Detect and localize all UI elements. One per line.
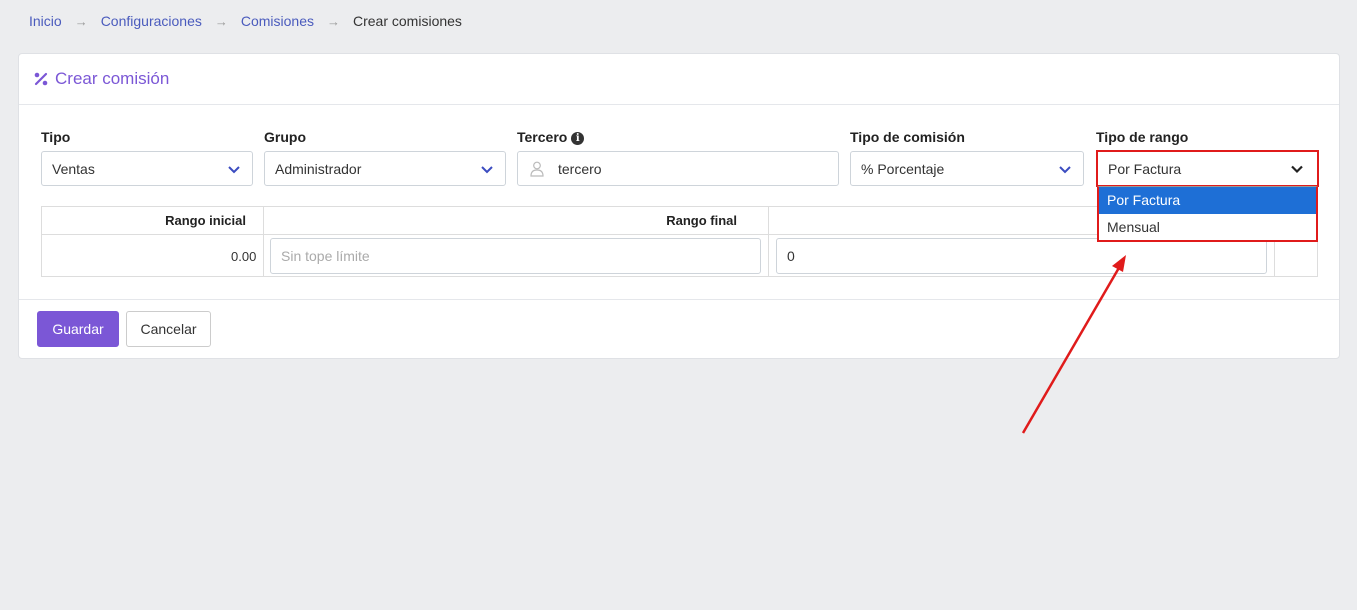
grupo-select[interactable]: Administrador [264, 151, 506, 186]
rango-final-input[interactable]: Sin tope límite [270, 238, 761, 274]
percent-icon [34, 72, 48, 86]
tercero-label: Tercero i [517, 129, 585, 145]
save-button[interactable]: Guardar [37, 311, 119, 347]
tipo-comision-select[interactable]: % Porcentaje [850, 151, 1084, 186]
chevron-down-icon [1291, 165, 1303, 174]
chevron-down-icon [228, 166, 240, 174]
tipo-rango-value: Por Factura [1108, 160, 1182, 177]
rango-inicial-value: 0.00 [231, 249, 257, 264]
table-divider [768, 207, 769, 277]
tipo-rango-label: Tipo de rango [1096, 129, 1189, 145]
rango-inicial-header: Rango inicial [165, 213, 246, 228]
valor-input[interactable]: 0 [776, 238, 1267, 274]
chevron-down-icon [1059, 166, 1071, 174]
tercero-label-text: Tercero [517, 129, 568, 145]
tipo-value: Ventas [52, 160, 95, 177]
tipo-rango-select[interactable]: Por Factura [1096, 150, 1319, 187]
info-icon[interactable]: i [571, 132, 585, 145]
card-header: Crear comisión [19, 54, 1339, 105]
tipo-label: Tipo [41, 129, 71, 145]
tercero-value: tercero [558, 160, 602, 177]
page-title: Crear comisión [55, 69, 170, 88]
option-por-factura[interactable]: Por Factura [1099, 187, 1316, 214]
breadcrumb-inicio[interactable]: Inicio [29, 13, 62, 29]
create-commission-card: Crear comisión Tipo Ventas Grupo Adminis… [18, 53, 1340, 359]
tipo-rango-dropdown: Por Factura Mensual [1097, 186, 1318, 242]
grupo-label: Grupo [264, 129, 306, 145]
tipo-comision-value: % Porcentaje [861, 160, 945, 177]
cancel-button[interactable]: Cancelar [126, 311, 211, 347]
tipo-comision-label: Tipo de comisión [850, 129, 965, 145]
breadcrumb-separator: → [74, 13, 88, 29]
option-mensual[interactable]: Mensual [1099, 214, 1316, 241]
breadcrumb-separator: → [327, 13, 340, 29]
tercero-input[interactable]: tercero [517, 151, 839, 186]
tipo-select[interactable]: Ventas [41, 151, 253, 186]
breadcrumb-comisiones[interactable]: Comisiones [241, 13, 314, 29]
chevron-down-icon [481, 166, 493, 174]
breadcrumb-configuraciones[interactable]: Configuraciones [101, 13, 202, 29]
breadcrumb: Inicio → Configuraciones → Comisiones → … [29, 13, 462, 29]
grupo-value: Administrador [275, 160, 362, 177]
user-icon [530, 161, 544, 177]
rango-final-header: Rango final [666, 213, 737, 228]
breadcrumb-separator: → [214, 13, 228, 29]
breadcrumb-current: Crear comisiones [353, 13, 462, 29]
footer-divider [19, 299, 1339, 300]
